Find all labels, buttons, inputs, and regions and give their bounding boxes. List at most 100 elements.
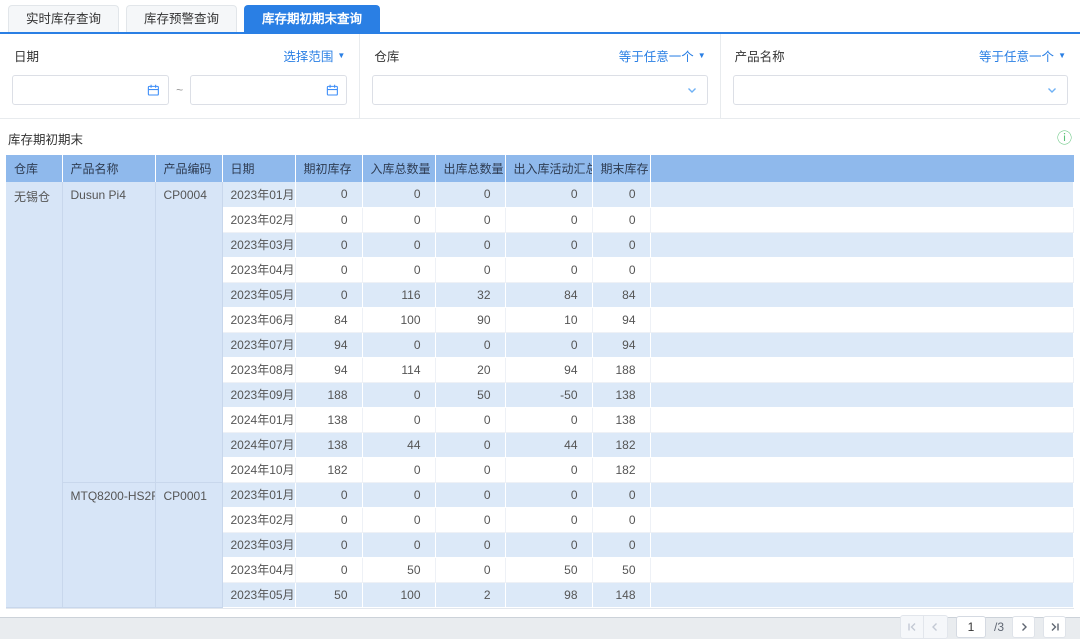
cell-value: 0 — [435, 407, 506, 433]
product-operator-dropdown[interactable]: 等于任意一个 ▼ — [979, 46, 1066, 65]
cell-value: 0 — [295, 557, 363, 583]
cell-value: 98 — [505, 582, 593, 608]
cell-date: 2023年04月 — [222, 257, 296, 283]
info-icon[interactable]: ⓘ — [1057, 131, 1072, 146]
cell-filler — [650, 532, 1074, 558]
inventory-table-wrap: 仓库 产品名称 产品编码 日期 期初库存 入库总数量 出库总数量 出入库活动汇总 期末库存 无锡… — [6, 155, 1074, 609]
inventory-table: 仓库 产品名称 产品编码 日期 期初库存 入库总数量 出库总数量 出入库活动汇总 期末库存 无锡… — [6, 155, 1074, 608]
tab-realtime-inventory[interactable]: 实时库存查询 — [8, 5, 120, 32]
product-select[interactable] — [732, 75, 1068, 105]
cell-value: 0 — [295, 207, 363, 233]
date-range-separator: ~ — [176, 83, 184, 97]
caret-down-icon: ▼ — [337, 51, 346, 60]
cell-value: 0 — [435, 457, 506, 483]
last-page-button[interactable] — [1043, 615, 1066, 638]
filter-warehouse: 仓库 等于任意一个 ▼ — [360, 34, 721, 118]
date-to-input[interactable] — [199, 83, 326, 97]
cell-value: 0 — [505, 507, 593, 533]
chevron-down-icon — [1047, 88, 1056, 93]
column-header: 仓库 — [6, 155, 63, 182]
cell-value: 138 — [295, 432, 363, 458]
first-page-button[interactable] — [901, 615, 924, 638]
cell-value: 100 — [362, 582, 436, 608]
cell-filler — [650, 332, 1074, 358]
cell-value: 94 — [592, 307, 651, 333]
cell-filler — [650, 357, 1074, 383]
date-from-input[interactable] — [21, 83, 148, 97]
warehouse-filter-label: 仓库 — [374, 50, 400, 64]
cell-date: 2023年03月 — [222, 532, 296, 558]
cell-date: 2023年09月 — [222, 382, 296, 408]
calendar-icon — [326, 84, 338, 96]
cell-value: -50 — [505, 382, 593, 408]
cell-value: 182 — [592, 432, 651, 458]
tab-inventory-warning[interactable]: 库存预警查询 — [126, 5, 238, 32]
cell-value: 0 — [592, 507, 651, 533]
cell-value: 0 — [435, 432, 506, 458]
cell-value: 0 — [295, 282, 363, 308]
cell-value: 0 — [435, 482, 506, 508]
cell-filler — [650, 507, 1074, 533]
cell-value: 0 — [435, 257, 506, 283]
section-title: 库存期初期末 — [8, 133, 84, 147]
filter-product-name: 产品名称 等于任意一个 ▼ — [721, 34, 1080, 118]
cell-value: 188 — [592, 357, 651, 383]
cell-filler — [650, 232, 1074, 258]
cell-filler — [650, 257, 1074, 283]
warehouse-select[interactable] — [372, 75, 708, 105]
table-row[interactable]: 无锡仓 Dusun Pi4 CP0004 2023年01月 0 0 0 0 0 — [6, 182, 1074, 608]
column-header: 产品名称 — [62, 155, 156, 182]
cell-filler — [650, 482, 1074, 508]
cell-value: 0 — [295, 257, 363, 283]
caret-down-icon: ▼ — [1058, 51, 1066, 60]
cell-value: 10 — [505, 307, 593, 333]
cell-value: 84 — [295, 307, 363, 333]
page-total-label: /3 — [993, 619, 1004, 634]
cell-filler — [650, 582, 1074, 608]
chevron-left-icon — [932, 622, 938, 631]
date-operator-dropdown[interactable]: 选择范围 ▼ — [283, 46, 345, 65]
cell-date: 2023年05月 — [222, 582, 296, 608]
filter-date: 日期 选择范围 ▼ ~ — [0, 34, 361, 118]
cell-filler — [650, 557, 1074, 583]
product-filter-label: 产品名称 — [734, 50, 785, 64]
cell-date: 2023年01月 — [222, 482, 296, 508]
cell-value: 0 — [505, 407, 593, 433]
cell-value: 0 — [505, 232, 593, 258]
cell-date: 2023年04月 — [222, 557, 296, 583]
cell-value: 0 — [592, 182, 651, 208]
page-number-input[interactable] — [955, 615, 986, 638]
warehouse-operator-dropdown[interactable]: 等于任意一个 ▼ — [619, 46, 706, 65]
cell-value: 0 — [435, 332, 506, 358]
cell-date: 2023年02月 — [222, 507, 296, 533]
prev-page-button[interactable] — [924, 616, 947, 638]
cell-date: 2024年01月 — [222, 407, 296, 433]
cell-value: 0 — [435, 507, 506, 533]
next-page-button[interactable] — [1012, 615, 1035, 638]
table-header-row: 仓库 产品名称 产品编码 日期 期初库存 入库总数量 出库总数量 出入库活动汇总 期末库存 — [6, 155, 1074, 182]
table-row[interactable]: MTQ8200-HS2F CP0001 2023年01月 0 0 0 0 0 — [6, 482, 1074, 608]
cell-value: 94 — [505, 357, 593, 383]
cell-product-name: Dusun Pi4 — [62, 182, 156, 483]
tab-opening-closing-inventory[interactable]: 库存期初期末查询 — [244, 5, 381, 32]
caret-down-icon: ▼ — [697, 51, 706, 60]
cell-value: 0 — [592, 482, 651, 508]
cell-value: 0 — [362, 457, 436, 483]
product-operator-label: 等于任意一个 — [979, 50, 1055, 64]
column-header: 出入库活动汇总 — [505, 155, 593, 182]
cell-value: 148 — [592, 582, 651, 608]
cell-value: 182 — [295, 457, 363, 483]
date-filter-label: 日期 — [14, 50, 40, 64]
date-to-field[interactable] — [190, 75, 348, 105]
cell-value: 182 — [592, 457, 651, 483]
cell-date: 2023年01月 — [222, 182, 296, 208]
pager-back-group — [899, 614, 948, 639]
date-from-field[interactable] — [12, 75, 170, 105]
cell-filler — [650, 407, 1074, 433]
cell-value: 0 — [362, 182, 436, 208]
cell-date: 2023年03月 — [222, 232, 296, 258]
cell-value: 0 — [505, 182, 593, 208]
cell-value: 0 — [435, 532, 506, 558]
cell-value: 188 — [295, 382, 363, 408]
cell-value: 84 — [592, 282, 651, 308]
